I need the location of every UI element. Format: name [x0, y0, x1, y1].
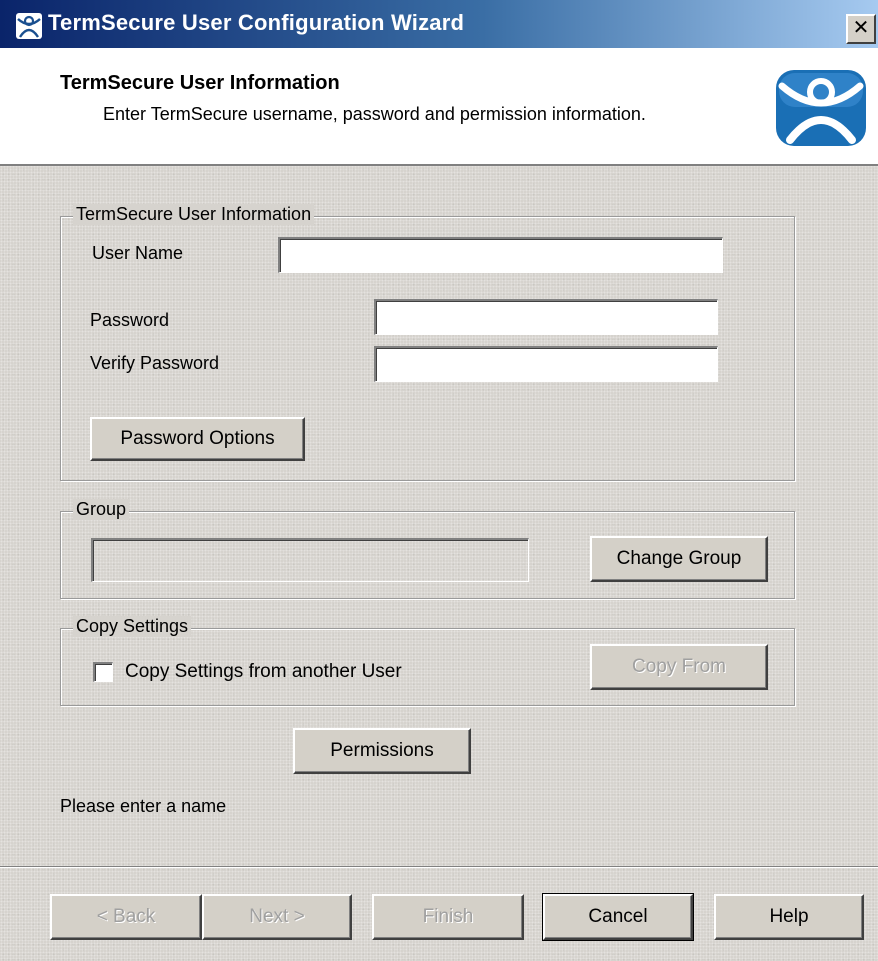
copy-settings-checkbox-label[interactable]: Copy Settings from another User: [125, 661, 402, 683]
password-input[interactable]: [374, 299, 718, 335]
footer-divider: [0, 866, 878, 868]
next-label: Next >: [249, 906, 305, 927]
finish-button[interactable]: Finish: [372, 894, 524, 940]
password-label: Password: [90, 310, 170, 330]
password-options-label: Password Options: [120, 428, 275, 449]
change-group-label: Change Group: [616, 548, 742, 569]
user-info-legend: TermSecure User Information: [73, 204, 315, 225]
cancel-button[interactable]: Cancel: [542, 893, 694, 941]
change-group-button[interactable]: Change Group: [590, 536, 768, 582]
help-label: Help: [769, 906, 809, 927]
status-message: Please enter a name: [60, 796, 227, 816]
page-subtitle: Enter TermSecure username, password and …: [103, 104, 646, 124]
help-button[interactable]: Help: [714, 894, 864, 940]
window-title: TermSecure User Configuration Wizard: [48, 10, 465, 35]
wizard-header: TermSecure User Information Enter TermSe…: [0, 48, 878, 166]
password-options-button[interactable]: Password Options: [90, 417, 305, 461]
group-field: [91, 538, 529, 582]
app-icon: [16, 13, 42, 39]
verify-password-input[interactable]: [374, 346, 718, 382]
permissions-label: Permissions: [330, 740, 434, 761]
permissions-button[interactable]: Permissions: [293, 728, 471, 774]
group-legend: Group: [73, 499, 130, 520]
title-bar[interactable]: TermSecure User Configuration Wizard ✕: [0, 0, 878, 48]
close-icon: ✕: [852, 17, 870, 39]
copy-settings-legend: Copy Settings: [73, 616, 192, 637]
next-button[interactable]: Next >: [202, 894, 352, 940]
username-input[interactable]: [278, 237, 723, 273]
username-label: User Name: [92, 243, 184, 263]
verify-password-label: Verify Password: [90, 353, 220, 373]
close-button[interactable]: ✕: [846, 14, 876, 44]
back-button[interactable]: < Back: [50, 894, 202, 940]
copy-from-button[interactable]: Copy From: [590, 644, 768, 690]
cancel-label: Cancel: [588, 906, 648, 927]
finish-label: Finish: [422, 906, 474, 927]
copy-from-label: Copy From: [632, 656, 726, 677]
page-title: TermSecure User Information: [60, 72, 340, 94]
copy-settings-checkbox[interactable]: [93, 662, 113, 682]
back-label: < Back: [96, 906, 156, 927]
thinstuff-person-logo-icon: [776, 70, 866, 146]
wizard-window: TermSecure User Configuration Wizard ✕ T…: [0, 0, 878, 961]
